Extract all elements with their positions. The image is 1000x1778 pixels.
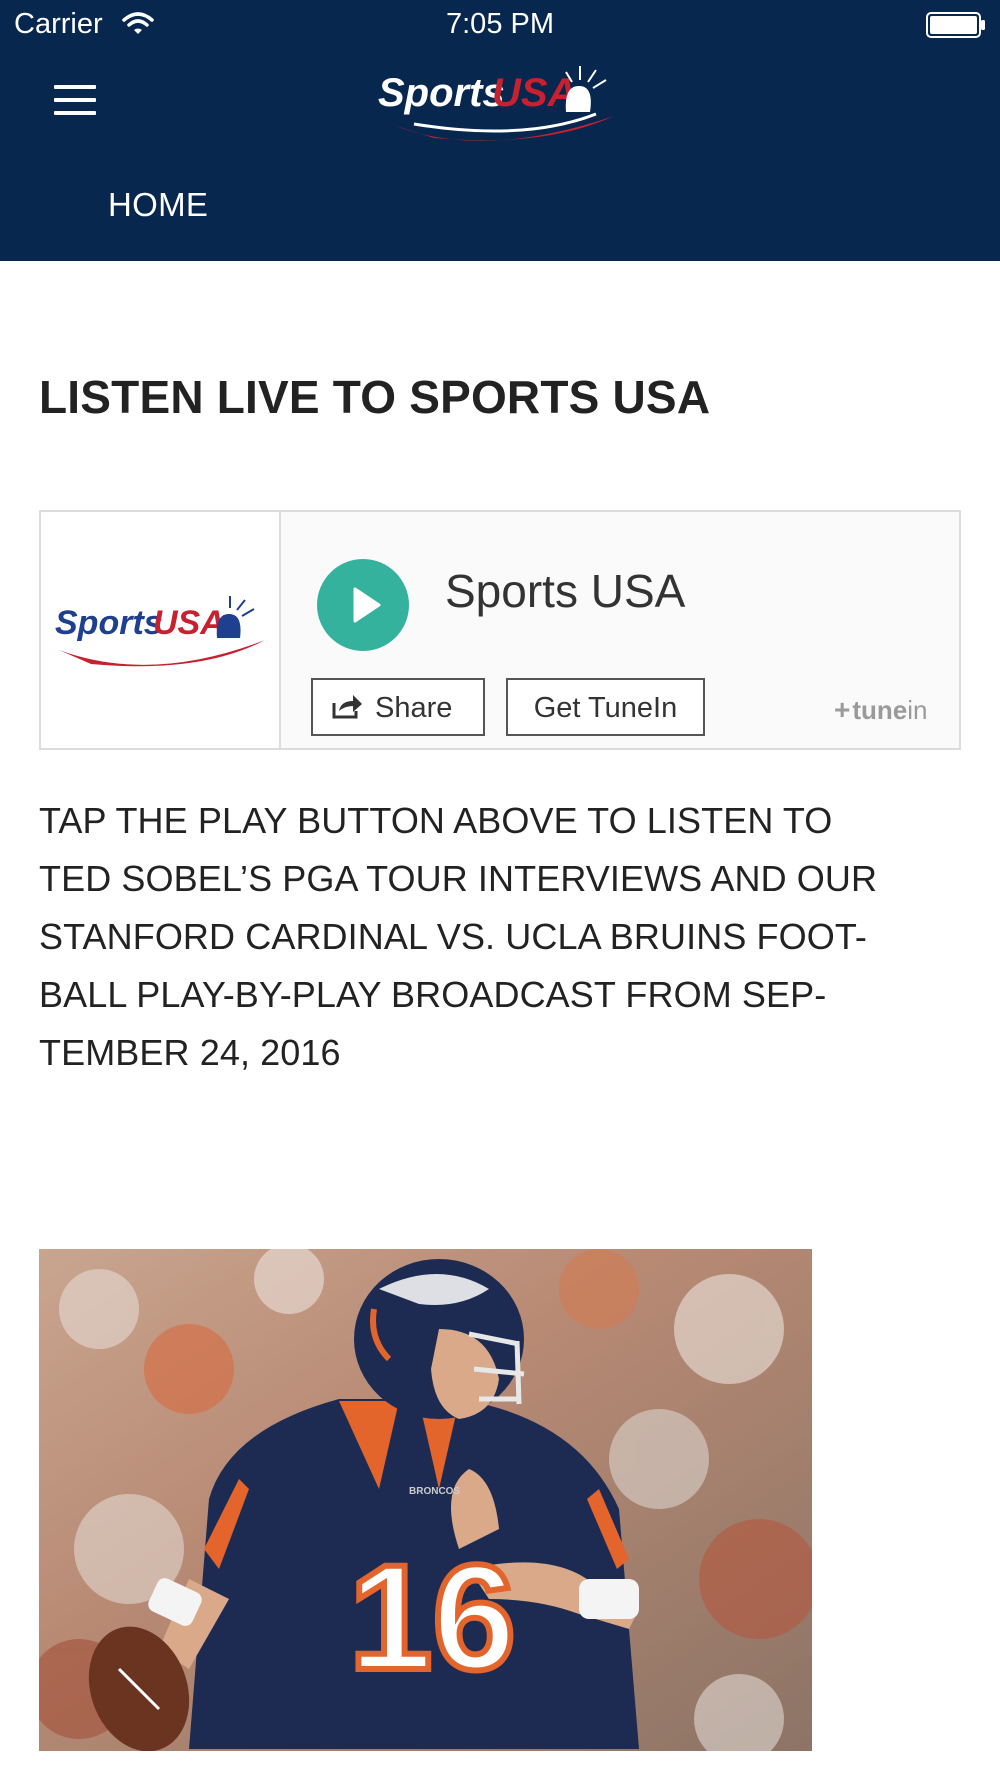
logo-sports-text: Sports xyxy=(378,71,505,115)
tunein-plus-icon: + xyxy=(834,694,851,725)
nav-home-link[interactable]: HOME xyxy=(108,186,208,224)
jersey-number: 16 xyxy=(349,1533,516,1701)
description-line: TEMBER 24, 2016 xyxy=(39,1032,341,1073)
get-tunein-button[interactable]: Get TuneIn xyxy=(506,678,705,736)
play-button[interactable] xyxy=(317,559,409,651)
jersey-chest-text: BRONCOS xyxy=(409,1486,460,1497)
description-line: TED SOBEL’S PGA TOUR INTERVIEWS AND OUR xyxy=(39,858,878,899)
page-title: LISTEN LIVE TO SPORTS USA xyxy=(39,371,711,423)
football-player-photo: BRONCOS 16 xyxy=(39,1249,812,1751)
get-tunein-label: Get TuneIn xyxy=(533,692,678,724)
small-logo-usa-text: USA xyxy=(153,604,225,642)
sports-usa-logo-small: Sports USA xyxy=(55,596,265,667)
battery-icon xyxy=(926,12,985,38)
tunein-logo[interactable]: +tunein xyxy=(834,694,928,726)
share-icon xyxy=(332,695,362,719)
share-label: Share xyxy=(375,692,453,724)
app-screen: Carrier 7:05 PM Sports USA HOME LISTEN L… xyxy=(0,0,1000,1778)
player-logo-box: Sports USA xyxy=(41,512,281,748)
sports-usa-logo[interactable]: Sports USA xyxy=(374,56,626,148)
app-header: Carrier 7:05 PM Sports USA HOME xyxy=(0,0,1000,261)
tunein-brand-in-text: in xyxy=(907,695,928,725)
small-logo-sports-text: Sports xyxy=(55,604,163,642)
article-description: TAP THE PLAY BUTTON ABOVE TO LISTEN TO T… xyxy=(39,792,969,1082)
station-name: Sports USA xyxy=(445,565,686,617)
play-icon xyxy=(353,587,381,623)
status-bar: Carrier 7:05 PM xyxy=(0,0,1000,50)
description-line: STANFORD CARDINAL VS. UCLA BRUINS FOOT- xyxy=(39,916,868,957)
tunein-brand-text: tune xyxy=(852,695,908,725)
description-line: TAP THE PLAY BUTTON ABOVE TO LISTEN TO xyxy=(39,800,833,841)
tunein-player-widget: Sports USA Sports USA Share Get TuneIn +… xyxy=(39,510,961,750)
logo-usa-text: USA xyxy=(492,71,576,115)
share-button[interactable]: Share xyxy=(311,678,485,736)
description-line: BALL PLAY-BY-PLAY BROADCAST FROM SEP- xyxy=(39,974,827,1015)
article-image[interactable]: BRONCOS 16 xyxy=(39,1249,812,1751)
hamburger-menu-icon[interactable] xyxy=(54,85,96,115)
status-time: 7:05 PM xyxy=(446,8,554,40)
